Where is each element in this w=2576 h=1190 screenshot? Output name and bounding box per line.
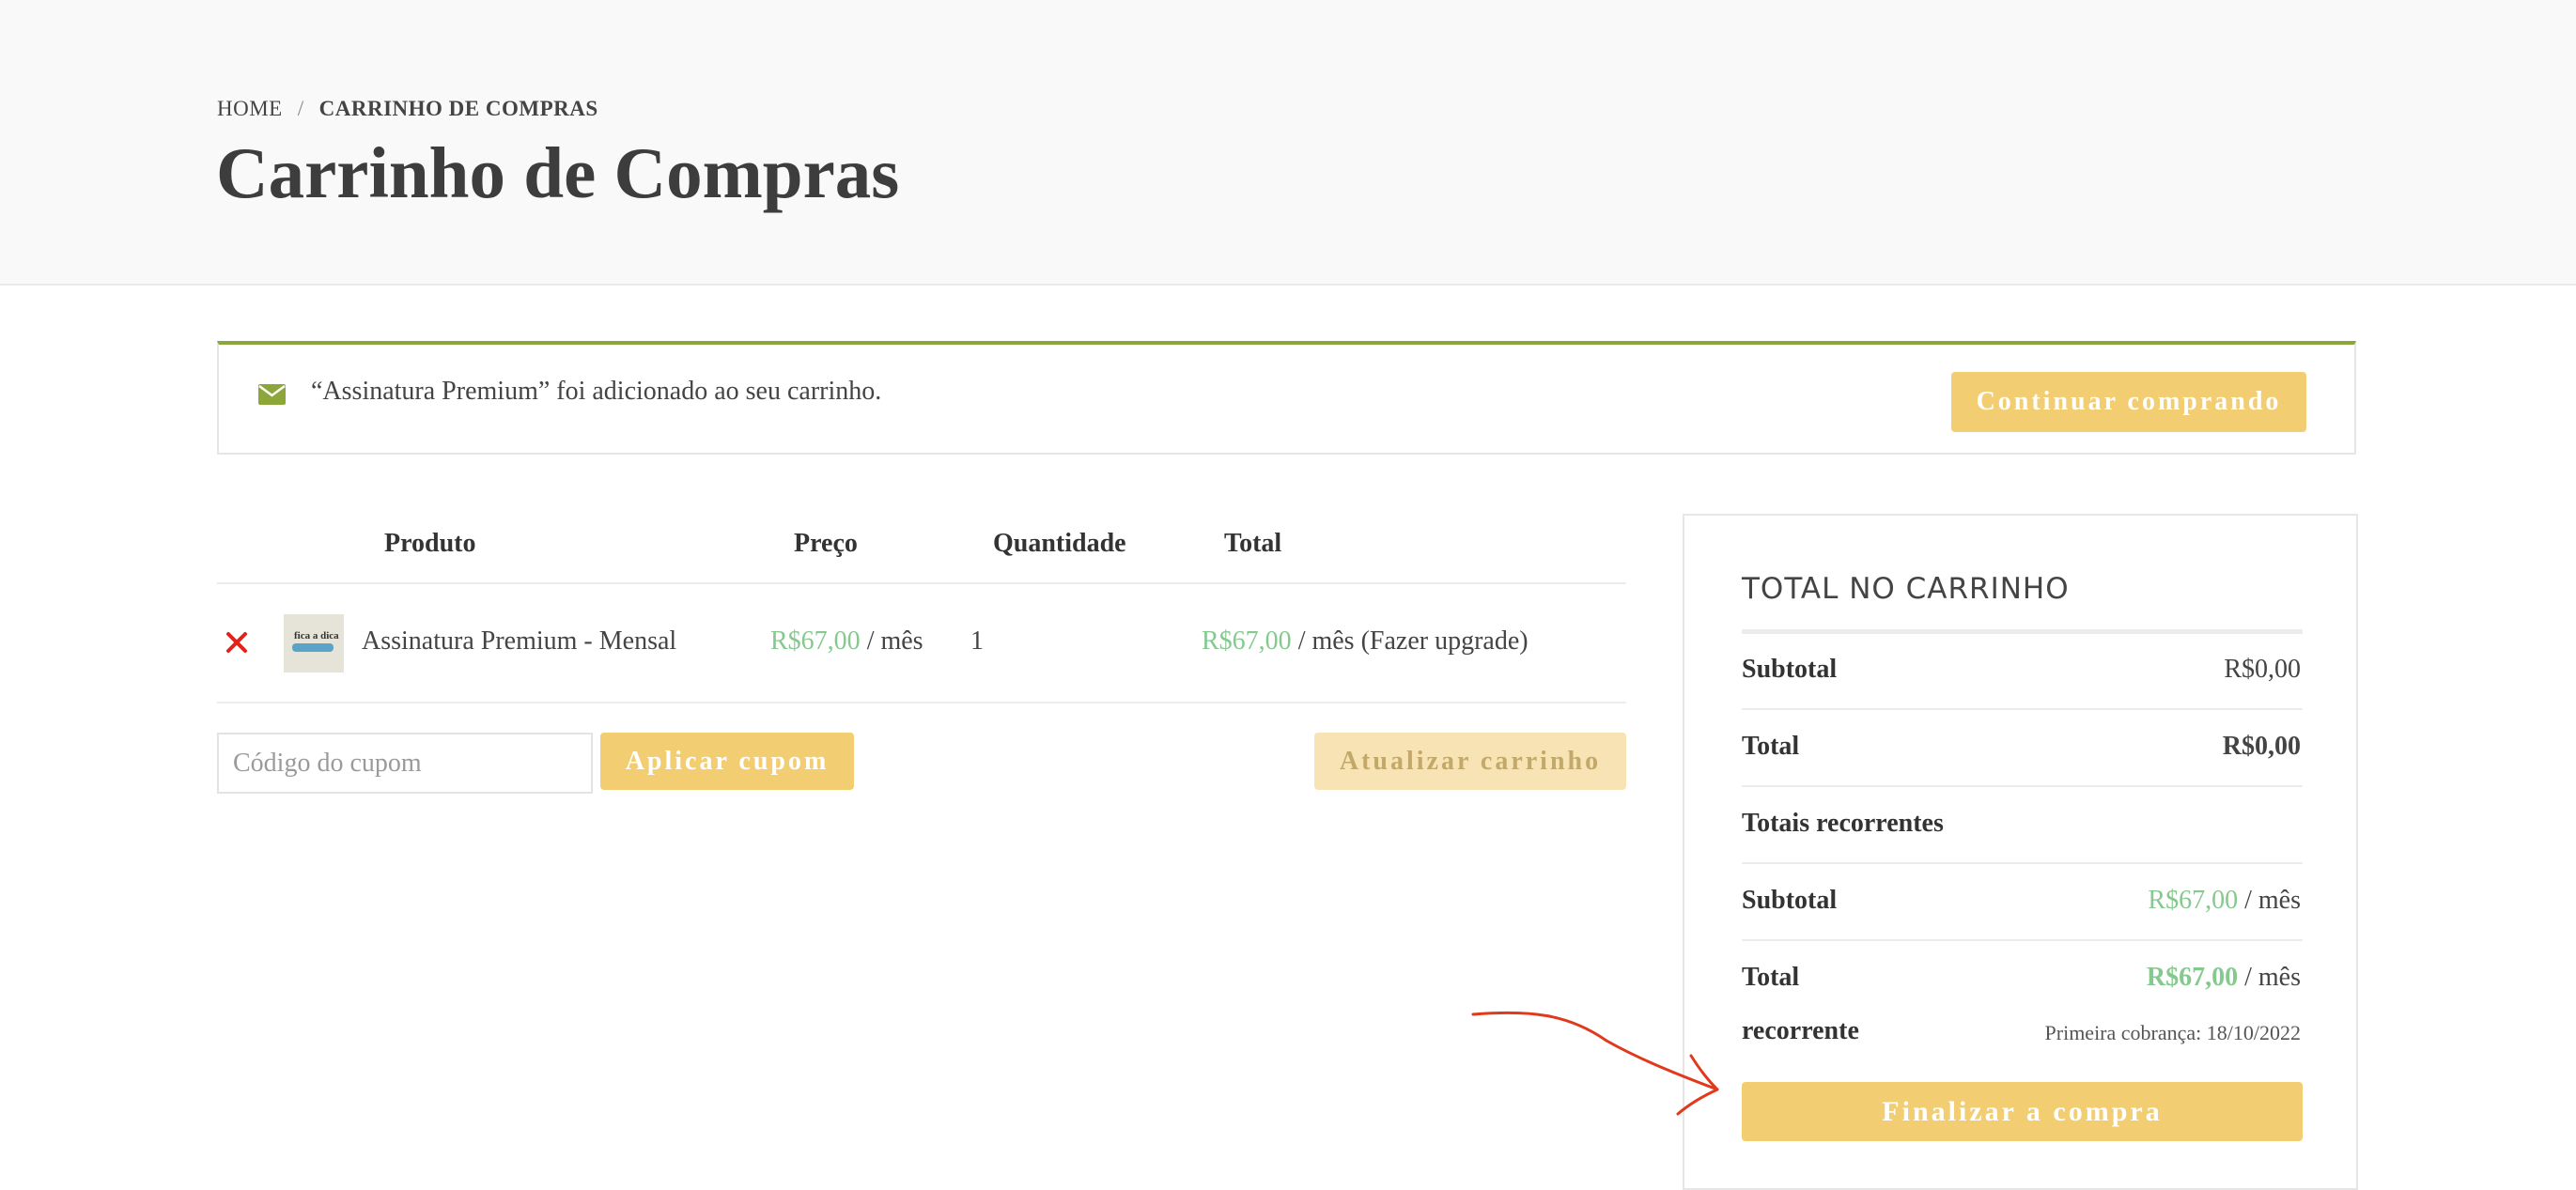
remove-item-icon[interactable] [222, 627, 252, 657]
recurring-total: R$67,00 / mês [2147, 963, 2301, 993]
thumbnail-logo-text: fica a dica [294, 630, 339, 641]
product-thumbnail[interactable]: fica a dica [284, 614, 344, 672]
breadcrumb-separator: / [297, 97, 304, 120]
table-divider [217, 702, 1626, 703]
page-title: Carrinho de Compras [216, 132, 900, 213]
coupon-input[interactable] [217, 733, 593, 794]
recurring-subtotal-period: / mês [2244, 886, 2301, 915]
cart-totals-panel: TOTAL NO CARRINHO Subtotal R$0,00 Total … [1683, 514, 2358, 1190]
total-label: Total [1742, 732, 1800, 761]
breadcrumb-home[interactable]: HOME [217, 97, 283, 120]
column-header-total: Total [1224, 529, 1282, 558]
total-amount: R$67,00 [1202, 626, 1292, 656]
row-divider [1742, 785, 2303, 787]
update-cart-button[interactable]: Atualizar carrinho [1314, 733, 1626, 790]
notice-message: “Assinatura Premium” foi adicionado ao s… [311, 377, 882, 406]
price-amount: R$67,00 [770, 626, 861, 656]
row-divider [1742, 862, 2303, 864]
recurring-total-period: / mês [2244, 963, 2301, 992]
item-price: R$67,00 / mês [770, 626, 923, 657]
title-divider [1742, 629, 2303, 634]
continue-shopping-button[interactable]: Continuar comprando [1951, 372, 2306, 432]
thumbnail-logo-mark [292, 643, 334, 652]
subtotal-value: R$0,00 [2224, 655, 2301, 684]
checkout-button[interactable]: Finalizar a compra [1742, 1082, 2303, 1141]
item-total: R$67,00 / mês (Fazer upgrade) [1202, 626, 1529, 657]
totals-title: TOTAL NO CARRINHO [1742, 572, 2070, 606]
table-divider [217, 582, 1626, 584]
recurring-subtotal: R$67,00 / mês [2148, 886, 2301, 916]
column-header-quantity: Quantidade [993, 529, 1126, 558]
envelope-icon [258, 384, 286, 405]
price-period: / mês [866, 626, 923, 656]
total-value: R$0,00 [2222, 732, 2301, 761]
product-name-link[interactable]: Assinatura Premium - Mensal [362, 626, 676, 657]
row-divider [1742, 939, 2303, 941]
subtotal-label: Subtotal [1742, 655, 1838, 684]
total-suffix: / mês (Fazer upgrade) [1297, 626, 1529, 656]
cart-notice: “Assinatura Premium” foi adicionado ao s… [217, 341, 2356, 455]
apply-coupon-button[interactable]: Aplicar cupom [600, 733, 854, 790]
breadcrumb: HOME / CARRINHO DE COMPRAS [217, 97, 598, 121]
column-header-price: Preço [794, 529, 858, 558]
column-header-product: Produto [384, 529, 476, 558]
row-divider [1742, 708, 2303, 710]
annotation-arrow-icon [1471, 1011, 1719, 1116]
first-charge-date: Primeira cobrança: 18/10/2022 [2044, 1021, 2301, 1044]
recurring-subtotal-amount: R$67,00 [2148, 886, 2239, 915]
recurring-subtotal-label: Subtotal [1742, 886, 1838, 915]
page-header: HOME / CARRINHO DE COMPRAS Carrinho de Com… [0, 0, 2576, 286]
recurring-total-label: Total [1742, 963, 1800, 992]
item-quantity[interactable]: 1 [970, 626, 984, 657]
recurring-total-amount: R$67,00 [2146, 963, 2239, 992]
recurring-totals-heading: Totais recorrentes [1742, 809, 1944, 838]
breadcrumb-current: CARRINHO DE COMPRAS [318, 97, 598, 120]
recurring-total-label-line2: recorrente [1742, 1016, 1859, 1045]
